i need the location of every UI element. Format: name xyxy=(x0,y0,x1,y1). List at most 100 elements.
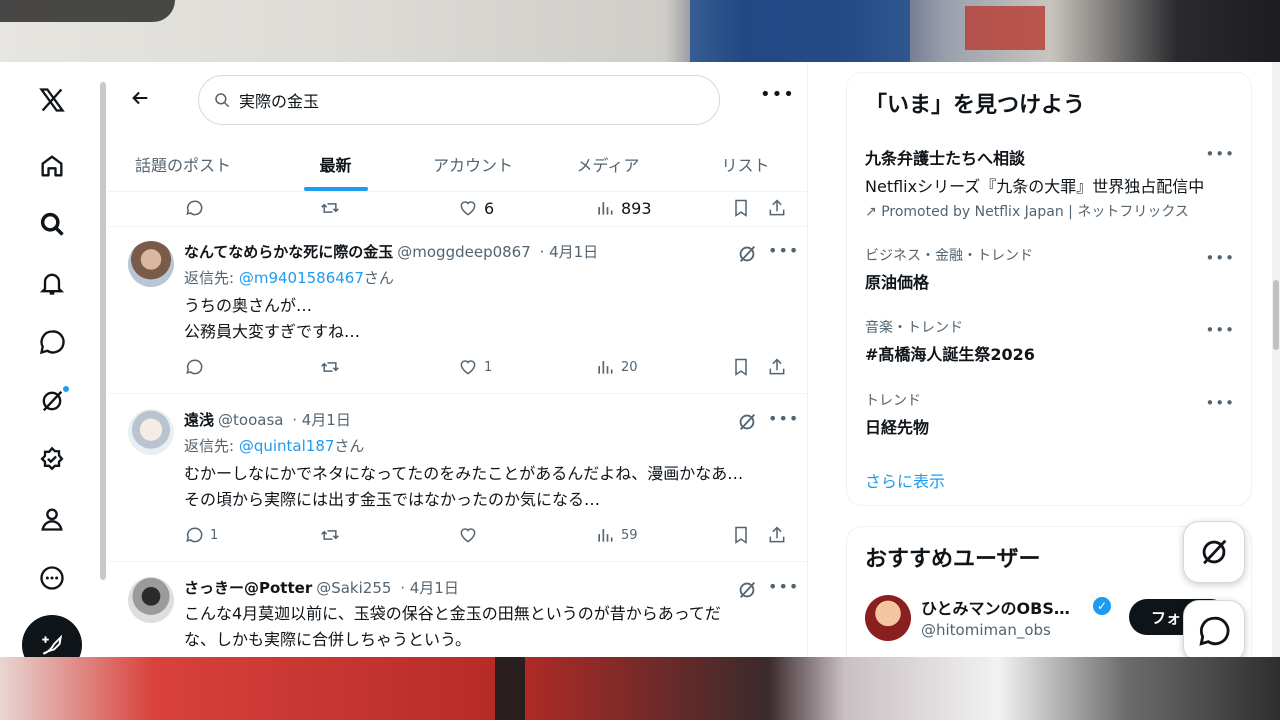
who-to-follow-title: おすすめユーザー xyxy=(865,547,1041,572)
views-button[interactable]: 20 xyxy=(595,357,638,377)
camera-background-bottom xyxy=(0,657,1280,720)
grok-icon[interactable] xyxy=(30,379,74,423)
reply-context: 返信先: @quintal187さん xyxy=(184,437,365,455)
like-button[interactable] xyxy=(458,525,478,545)
trend-more-icon[interactable]: ••• xyxy=(1205,145,1235,163)
tweet-item[interactable]: さっきー@Potter @Saki255 · 4月1日 ••• こんな4月莫迦以前… xyxy=(108,563,807,657)
tweet-date[interactable]: 4月1日 xyxy=(549,243,598,261)
search-icon[interactable] xyxy=(30,202,74,246)
tweet-text: うちの奥さんが… 公務員大変すぎですね… xyxy=(184,296,361,341)
tab-lists[interactable]: リスト xyxy=(683,136,807,191)
search-tabs: 話題のポスト 最新 アカウント メディア リスト xyxy=(108,136,807,192)
search-input[interactable]: 実際の金玉 xyxy=(198,75,720,125)
repost-button[interactable] xyxy=(320,525,340,545)
promoted-label: ↗ Promoted by Netflix Japan | ネットフリックス xyxy=(865,204,1189,220)
views-count: 59 xyxy=(621,527,638,543)
views-button[interactable]: 893 xyxy=(595,198,652,218)
feather-plus-icon xyxy=(42,634,63,655)
like-button[interactable]: 6 xyxy=(458,198,494,218)
tweet-text: むかーしなにかでネタになってたのをみたことがあるんだよね、漫画かなあ… その頃か… xyxy=(184,464,744,509)
home-icon[interactable] xyxy=(30,144,74,188)
tweet-header: さっきー@Potter @Saki255 · 4月1日 xyxy=(184,579,459,597)
views-count: 893 xyxy=(621,198,652,218)
messages-chat-icon[interactable] xyxy=(30,320,74,364)
repost-button[interactable] xyxy=(320,198,340,218)
trend-more-icon[interactable]: ••• xyxy=(1205,394,1235,412)
share-button[interactable] xyxy=(767,198,787,218)
tweet-more-icon[interactable]: ••• xyxy=(768,577,799,596)
trend-item[interactable]: トレンド 日経先物 ••• xyxy=(865,390,1235,438)
show-more-link[interactable]: さらに表示 xyxy=(865,468,945,492)
tweet-date[interactable]: 4月1日 xyxy=(410,579,459,597)
user-name[interactable]: ひとみマンのOBS… xyxy=(921,595,1070,619)
tweet-text: こんな4月莫迦以前に、玉袋の保谷と金玉の田無というのが昔からあってだ な、しかも… xyxy=(184,604,721,649)
verified-badge-icon: ✓ xyxy=(1093,597,1111,615)
main-column: 実際の金玉 ••• 話題のポスト 最新 アカウント メディア リスト 6 893… xyxy=(108,62,808,657)
repost-button[interactable] xyxy=(320,357,340,377)
bookmark-button[interactable] xyxy=(731,525,751,545)
tab-top[interactable]: 話題のポスト xyxy=(108,136,258,191)
reply-to-handle[interactable]: @quintal187 xyxy=(239,437,335,455)
like-count: 6 xyxy=(484,198,495,218)
tweet-header: 遠浅 @tooasa · 4月1日 xyxy=(184,411,351,429)
reply-count: 1 xyxy=(210,527,219,543)
avatar[interactable] xyxy=(865,595,911,641)
grok-explain-icon[interactable] xyxy=(736,579,758,601)
tab-accounts[interactable]: アカウント xyxy=(413,136,533,191)
share-button[interactable] xyxy=(767,525,787,545)
reply-button[interactable]: 1 xyxy=(184,525,218,545)
messages-float-button[interactable] xyxy=(1183,600,1245,662)
share-button[interactable] xyxy=(767,357,787,377)
tweet-more-icon[interactable]: ••• xyxy=(768,241,799,260)
bookmark-button[interactable] xyxy=(731,198,751,218)
grok-float-button[interactable] xyxy=(1183,521,1245,583)
avatar[interactable] xyxy=(128,577,174,623)
author-handle[interactable]: @Saki255 xyxy=(316,579,391,597)
search-header: 実際の金玉 ••• xyxy=(108,62,807,132)
user-handle[interactable]: @hitomiman_obs xyxy=(921,621,1051,639)
notifications-bell-icon[interactable] xyxy=(30,261,74,305)
author-name[interactable]: さっきー@Potter xyxy=(184,579,312,597)
tab-media[interactable]: メディア xyxy=(533,136,683,191)
author-handle[interactable]: @tooasa xyxy=(218,411,283,429)
tweet-item[interactable]: 遠浅 @tooasa · 4月1日 ••• 返信先: @quintal187さん … xyxy=(108,395,807,562)
x-logo-icon[interactable] xyxy=(30,78,74,122)
reply-button[interactable] xyxy=(184,198,204,218)
tweet-item[interactable]: なんてなめらかな死に際の金玉 @moggdeep0867 · 4月1日 ••• 返… xyxy=(108,227,807,394)
trend-item[interactable]: 音楽・トレンド #髙橋海人誕生祭2026 ••• xyxy=(865,317,1235,365)
avatar[interactable] xyxy=(128,409,174,455)
avatar[interactable] xyxy=(128,241,174,287)
camera-background-top xyxy=(0,0,1280,62)
left-scrollbar[interactable] xyxy=(100,82,106,580)
search-icon xyxy=(215,93,230,108)
trend-item[interactable]: 九条弁護士たちへ相談 Netflixシリーズ『九条の大罪』世界独占配信中 ↗ P… xyxy=(865,145,1235,221)
author-name[interactable]: なんてなめらかな死に際の金玉 xyxy=(184,243,393,261)
like-button[interactable]: 1 xyxy=(458,357,492,377)
bookmark-button[interactable] xyxy=(731,357,751,377)
grok-explain-icon[interactable] xyxy=(736,243,758,265)
more-menu-icon[interactable] xyxy=(30,556,74,600)
page-scrollbar[interactable] xyxy=(1272,62,1280,657)
trends-card: 「いま」を見つけよう 九条弁護士たちへ相談 Netflixシリーズ『九条の大罪』… xyxy=(846,72,1252,506)
scrollbar-thumb[interactable] xyxy=(1273,280,1279,350)
trend-more-icon[interactable]: ••• xyxy=(1205,249,1235,267)
reply-context: 返信先: @m9401586467さん xyxy=(184,269,394,287)
views-button[interactable]: 59 xyxy=(595,525,638,545)
trends-title: 「いま」を見つけよう xyxy=(865,93,1086,118)
previous-tweet-actions: 6 893 xyxy=(108,193,807,227)
promoted-icon: ↗ xyxy=(865,204,882,220)
trend-more-icon[interactable]: ••• xyxy=(1205,321,1235,339)
back-arrow-icon[interactable] xyxy=(126,84,154,112)
trend-item[interactable]: ビジネス・金融・トレンド 原油価格 ••• xyxy=(865,245,1235,293)
more-options-icon[interactable]: ••• xyxy=(760,84,795,105)
grok-explain-icon[interactable] xyxy=(736,411,758,433)
reply-button[interactable] xyxy=(184,357,204,377)
tweet-more-icon[interactable]: ••• xyxy=(768,409,799,428)
author-handle[interactable]: @moggdeep0867 xyxy=(397,243,531,261)
author-name[interactable]: 遠浅 xyxy=(184,411,214,429)
reply-to-handle[interactable]: @m9401586467 xyxy=(239,269,364,287)
profile-icon[interactable] xyxy=(30,497,74,541)
tab-latest[interactable]: 最新 xyxy=(258,136,413,191)
tweet-date[interactable]: 4月1日 xyxy=(302,411,351,429)
verified-orgs-icon[interactable] xyxy=(30,438,74,482)
